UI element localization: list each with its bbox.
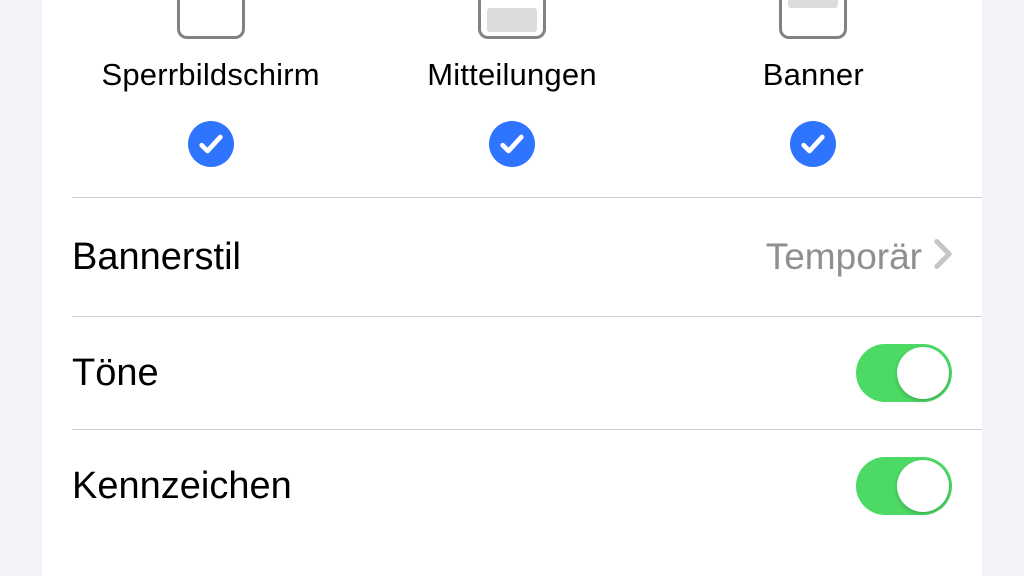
alert-option-lockscreen[interactable]: Sperrbildschirm: [62, 0, 360, 167]
badges-toggle[interactable]: [856, 457, 952, 515]
alert-style-group: Sperrbildschirm Mitteilungen Banne: [42, 0, 982, 167]
alert-option-notificationcenter[interactable]: Mitteilungen: [363, 0, 661, 167]
banner-preview-icon: [779, 0, 847, 39]
check-icon: [197, 130, 225, 158]
lockscreen-preview-icon: [177, 0, 245, 39]
toggle-knob: [897, 460, 949, 512]
check-icon: [498, 130, 526, 158]
notificationcenter-preview-icon: [478, 0, 546, 39]
alert-option-check[interactable]: [489, 121, 535, 167]
alert-option-check[interactable]: [790, 121, 836, 167]
banner-style-row[interactable]: Bannerstil Temporär: [42, 198, 982, 316]
row-label: Bannerstil: [72, 236, 241, 279]
toggle-knob: [897, 347, 949, 399]
sounds-toggle[interactable]: [856, 344, 952, 402]
row-label: Kennzeichen: [72, 465, 292, 508]
notifications-settings-panel: Sperrbildschirm Mitteilungen Banne: [42, 0, 982, 576]
alert-option-label: Sperrbildschirm: [101, 57, 319, 93]
banner-style-value: Temporär: [766, 236, 922, 278]
sounds-row: Töne: [42, 317, 982, 429]
alert-option-banner[interactable]: Banner: [664, 0, 962, 167]
alert-option-check[interactable]: [188, 121, 234, 167]
badges-row: Kennzeichen: [42, 430, 982, 542]
alert-option-label: Mitteilungen: [427, 57, 597, 93]
row-value: Temporär: [766, 236, 952, 278]
row-label: Töne: [72, 352, 159, 395]
chevron-right-icon: [934, 236, 952, 278]
check-icon: [799, 130, 827, 158]
alert-option-label: Banner: [763, 57, 864, 93]
